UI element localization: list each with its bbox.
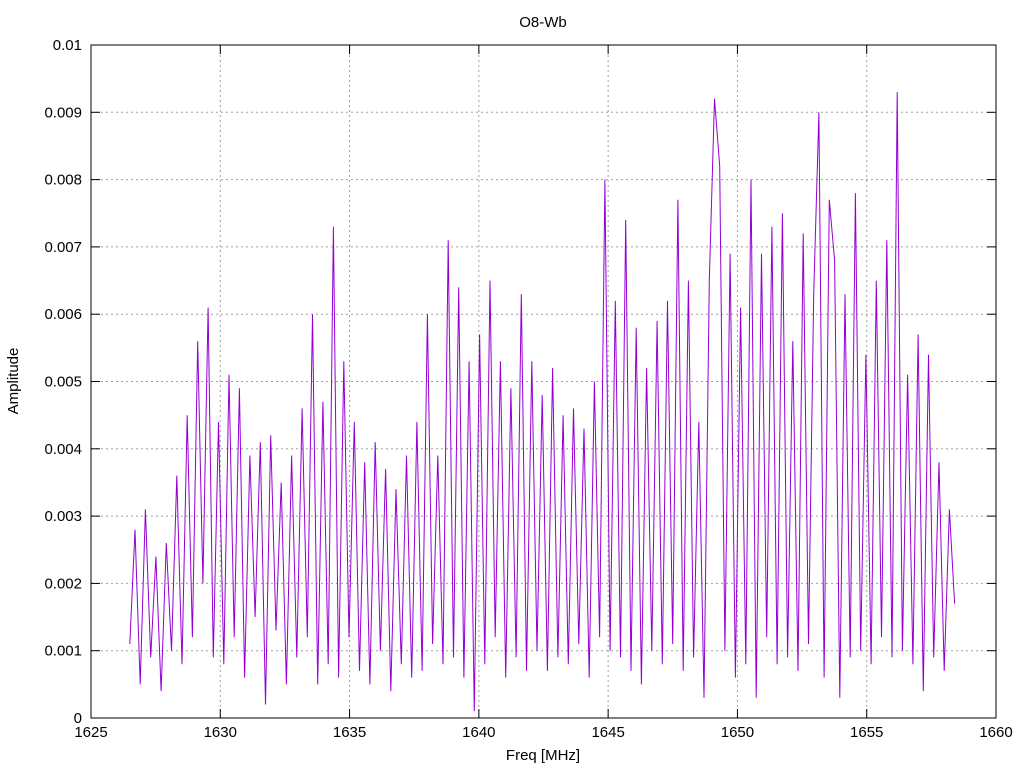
x-tick-label: 1630 — [204, 724, 237, 741]
y-tick-label: 0.007 — [44, 239, 82, 256]
chart-title: O8-Wb — [519, 14, 567, 31]
x-tick-label: 1640 — [462, 724, 495, 741]
y-tick-label: 0.009 — [44, 104, 82, 121]
y-tick-label: 0.005 — [44, 374, 82, 391]
x-tick-label: 1635 — [333, 724, 366, 741]
chart: 1625 1630 1635 1640 1645 1650 1655 166000.0010.… — [0, 0, 1024, 768]
y-tick-label: 0.01 — [53, 37, 82, 54]
y-tick-label: 0.001 — [44, 643, 82, 660]
y-axis-label: Amplitude — [5, 348, 22, 415]
y-tick-label: 0.004 — [44, 441, 82, 458]
x-tick-label: 1655 — [850, 724, 883, 741]
x-tick-label: 1650 — [721, 724, 754, 741]
x-axis-label: Freq [MHz] — [506, 747, 580, 764]
y-tick-label: 0.002 — [44, 575, 82, 592]
y-tick-label: 0.008 — [44, 172, 82, 189]
x-tick-label: 1660 — [979, 724, 1012, 741]
y-tick-label: 0.006 — [44, 306, 82, 323]
background — [0, 0, 1024, 768]
y-tick-label: 0 — [74, 710, 82, 727]
x-tick-label: 1645 — [591, 724, 624, 741]
y-tick-label: 0.003 — [44, 508, 82, 525]
